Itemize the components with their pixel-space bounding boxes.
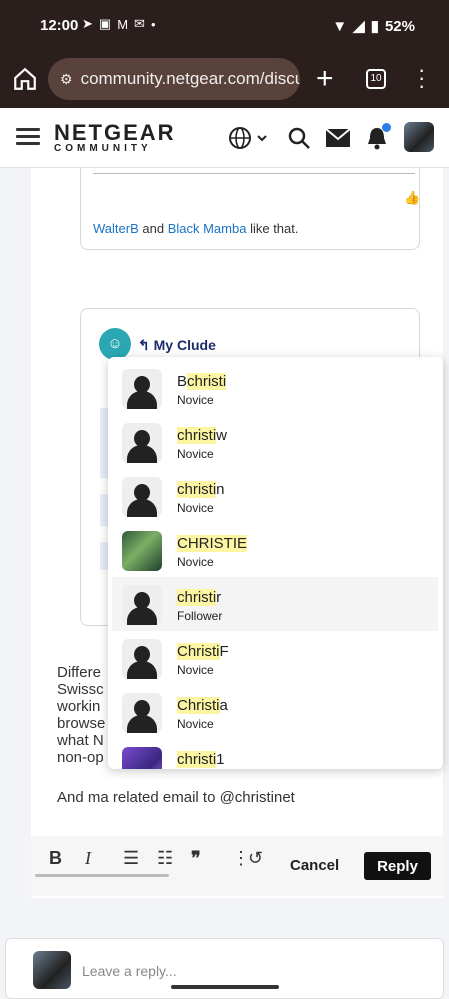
gesture-bar: [171, 985, 279, 989]
menu-icon[interactable]: · · ·: [418, 59, 425, 97]
mention-item[interactable]: ChristiF Novice: [112, 631, 438, 685]
mention-rank: Novice: [177, 393, 214, 407]
signal-icon: ◢: [353, 18, 365, 35]
default-avatar-icon: [122, 369, 162, 409]
mention-username: christir: [177, 589, 222, 606]
user-avatar[interactable]: [404, 122, 434, 152]
notification-dot: [382, 123, 391, 132]
mention-item[interactable]: christi1: [112, 739, 438, 769]
more-dot-icon: •: [150, 16, 156, 32]
mention-username: ChristiF: [177, 643, 229, 660]
address-bar[interactable]: ⚙ community.netgear.com/discu: [48, 58, 300, 100]
post-body[interactable]: Differe Swissc workin browse what N non-…: [57, 664, 105, 766]
mention-username: christin: [177, 481, 225, 498]
gmail-icon: M: [117, 16, 129, 32]
mention-username: christiw: [177, 427, 228, 444]
mention-rank: Follower: [177, 609, 223, 623]
mail-icon[interactable]: [325, 128, 351, 148]
mention-item[interactable]: christin Novice: [112, 469, 438, 523]
search-icon[interactable]: [287, 126, 311, 150]
telegram-icon: ➤: [82, 16, 93, 31]
toolbar-scrollbar[interactable]: [35, 874, 169, 877]
quote-author[interactable]: ↰ My Clude: [138, 337, 216, 354]
author-avatar[interactable]: ☺: [99, 328, 131, 360]
mention-username: CHRISTIE: [177, 535, 248, 552]
default-avatar-icon: [122, 477, 162, 517]
italic-icon[interactable]: I: [85, 848, 91, 869]
mail-icon: ✉: [134, 16, 145, 31]
history-icon[interactable]: ↺: [248, 848, 263, 869]
mention-rank: Novice: [177, 501, 214, 515]
mention-username: Christia: [177, 697, 228, 714]
mention-item[interactable]: Bchristi Novice: [112, 361, 438, 415]
default-avatar-icon: [122, 585, 162, 625]
user-avatar: [122, 531, 162, 571]
hamburger-icon[interactable]: [16, 128, 40, 146]
battery-icon: ▮: [370, 18, 379, 35]
wifi-icon: ▼: [332, 17, 348, 35]
quote-content-block: [100, 494, 108, 526]
mention-item[interactable]: CHRISTIE Novice: [112, 523, 438, 577]
likes-summary: WalterB and Black Mamba like that.: [93, 221, 299, 236]
status-bar: 12:00 ➤ ▣ M ✉ • ▼ ◢ ▮ 52%: [0, 0, 449, 52]
home-icon[interactable]: [12, 66, 38, 92]
mention-rank: Novice: [177, 717, 214, 731]
battery-percent: 52%: [384, 17, 415, 35]
url-text: community.netgear.com/discu: [80, 69, 300, 88]
liker-link[interactable]: Black Mamba: [168, 221, 247, 236]
site-settings-icon[interactable]: ⚙: [60, 71, 73, 88]
globe-icon[interactable]: [228, 126, 268, 150]
quote-content-block: [100, 542, 108, 570]
notification-icons: ➤ ▣ M ✉ •: [82, 16, 156, 32]
netgear-logo[interactable]: NETGEAR COMMUNITY: [54, 120, 176, 154]
post-body-line[interactable]: And ma related email to @christinet: [57, 789, 295, 806]
liker-link[interactable]: WalterB: [93, 221, 139, 236]
mention-rank: Novice: [177, 447, 214, 461]
mention-item[interactable]: Christia Novice: [112, 685, 438, 739]
default-avatar-icon: [122, 639, 162, 679]
clock: 12:00: [40, 17, 79, 34]
cancel-button[interactable]: Cancel: [290, 857, 339, 874]
mention-item-selected[interactable]: christir Follower: [112, 577, 438, 631]
reply-button[interactable]: Reply: [364, 852, 431, 880]
mention-username: Bchristi: [177, 373, 227, 390]
reply-placeholder: Leave a reply...: [82, 963, 177, 979]
thumbs-up-icon[interactable]: 👍: [404, 190, 420, 206]
linkedin-icon: ▣: [98, 16, 112, 31]
mention-suggestions: Bchristi Novice christiw Novice christin…: [108, 357, 443, 769]
mention-rank: Novice: [177, 663, 214, 677]
site-header: NETGEAR COMMUNITY: [0, 108, 449, 168]
default-avatar-icon: [122, 423, 162, 463]
mention-rank: Novice: [177, 555, 214, 569]
quote-content-block: [100, 408, 108, 478]
bold-icon[interactable]: B: [49, 848, 62, 869]
user-avatar: [33, 951, 71, 989]
bullet-list-icon[interactable]: ☰: [123, 848, 139, 869]
mention-item[interactable]: christiw Novice: [112, 415, 438, 469]
tab-switcher-button[interactable]: 10: [366, 69, 386, 89]
new-tab-icon[interactable]: +: [316, 62, 334, 96]
user-avatar: [122, 747, 162, 769]
mention-username: christi1: [177, 751, 225, 768]
numbered-list-icon[interactable]: ☷: [157, 848, 173, 869]
browser-toolbar: ⚙ community.netgear.com/discu + 10 · · ·: [0, 52, 449, 108]
default-avatar-icon: [122, 693, 162, 733]
quick-reply-box[interactable]: Leave a reply...: [5, 938, 444, 999]
quoted-post: [80, 168, 420, 250]
quote-icon[interactable]: ❞: [191, 848, 201, 869]
